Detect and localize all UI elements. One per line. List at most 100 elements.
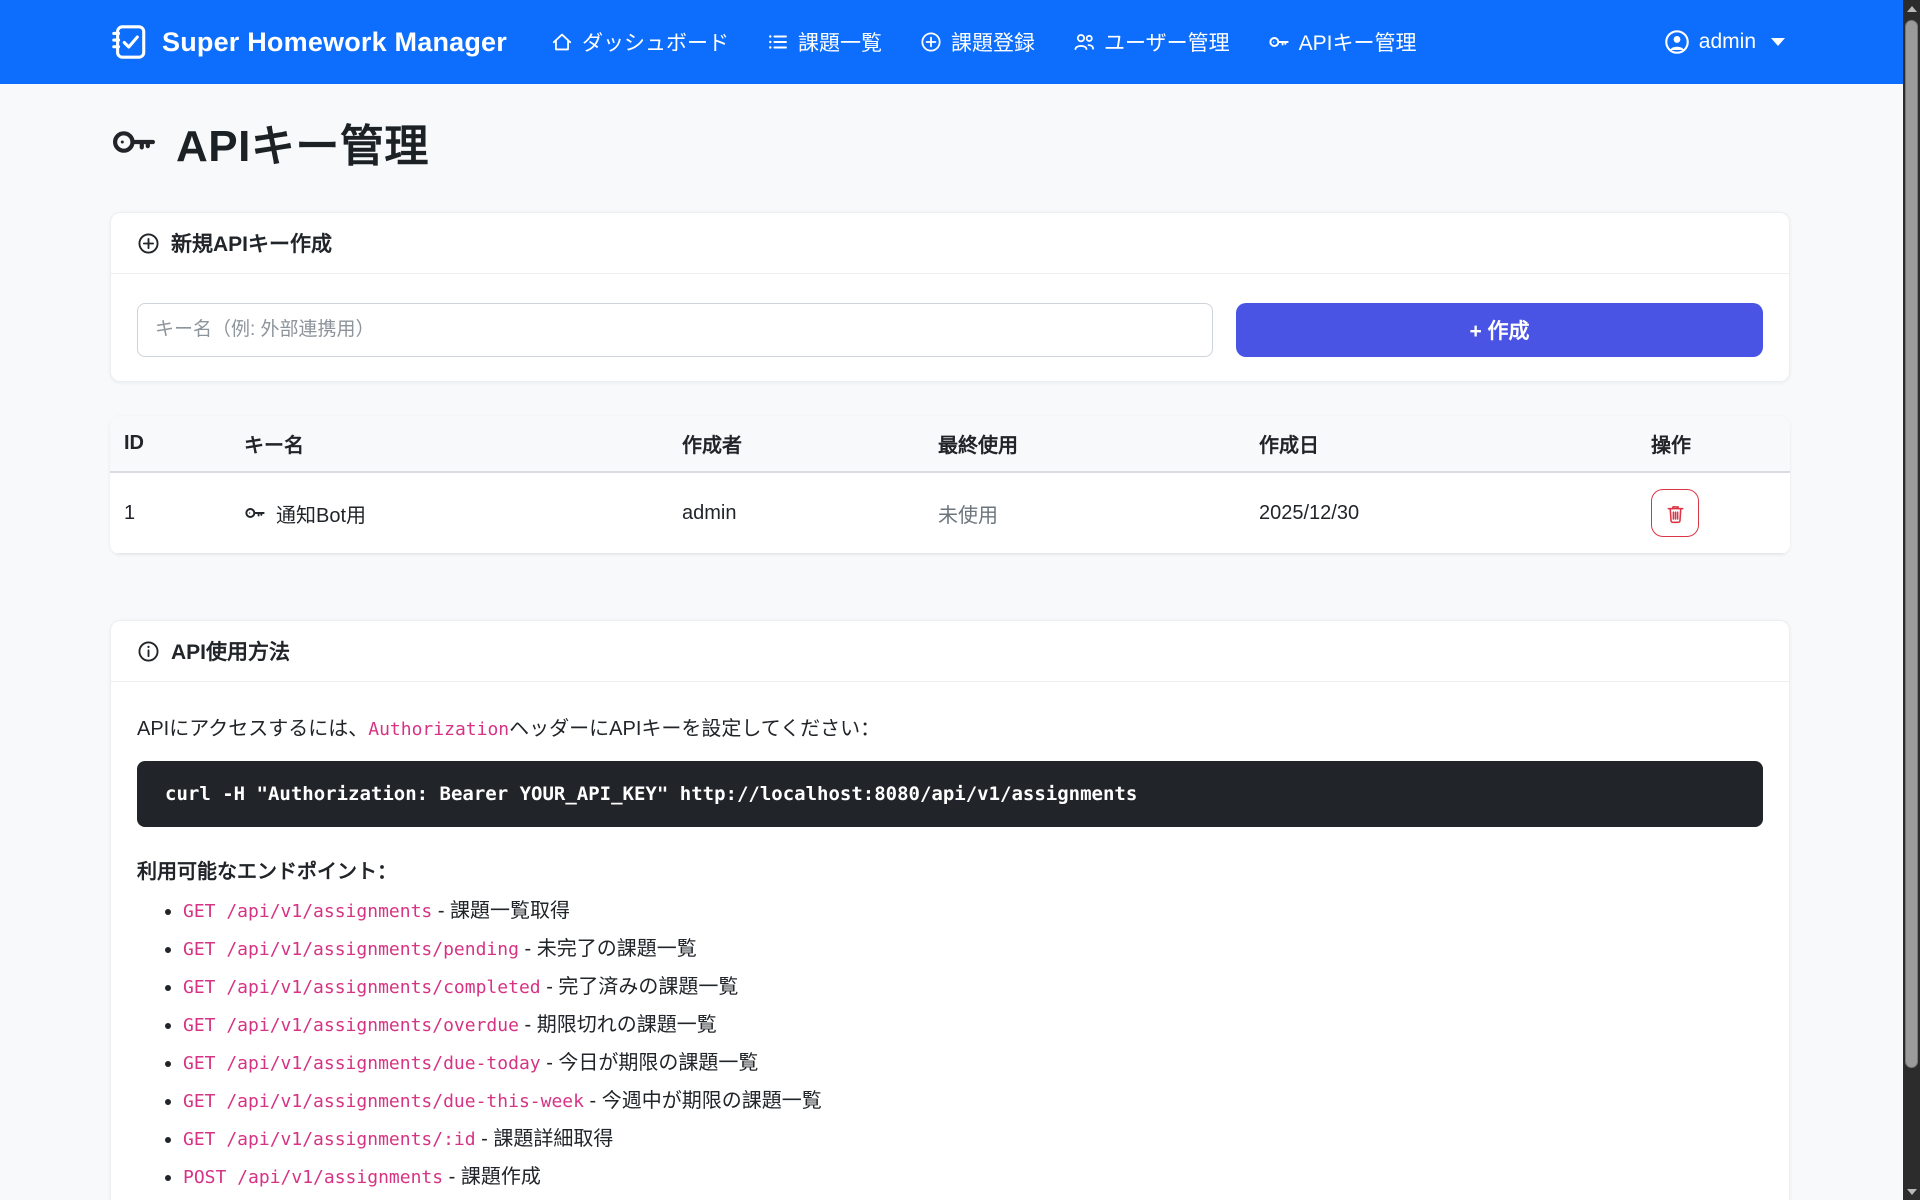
- nav-item-label: 課題一覧: [798, 27, 882, 57]
- endpoint-sep: -: [546, 1052, 553, 1074]
- nav-item-user-management[interactable]: ユーザー管理: [1073, 27, 1230, 57]
- col-header-created: 作成日: [1259, 416, 1651, 472]
- create-card-body: + 作成: [111, 274, 1789, 381]
- nav-item-label: ダッシュボード: [582, 27, 729, 57]
- endpoint-code: GET /api/v1/assignments: [183, 901, 432, 922]
- top-navbar: Super Homework Manager ダッシュボード 課題一覧 課題登録…: [0, 0, 1903, 84]
- cell-created: 2025/12/30: [1259, 472, 1651, 554]
- col-header-id: ID: [110, 416, 244, 472]
- col-header-actions: 操作: [1651, 416, 1790, 472]
- page-title-text: APIキー管理: [176, 110, 429, 174]
- cell-last-used: 未使用: [938, 472, 1259, 554]
- usage-card-header: API使用方法: [111, 621, 1789, 682]
- endpoint-sep-wrap: -: [541, 1052, 559, 1074]
- cell-actions: [1651, 472, 1790, 554]
- endpoint-desc: 今週中が期限の課題一覧: [602, 1090, 822, 1112]
- endpoint-code: GET /api/v1/assignments/completed: [183, 977, 541, 998]
- brand[interactable]: Super Homework Manager: [110, 23, 507, 61]
- plus-circle-icon: [920, 31, 942, 53]
- cell-id: 1: [110, 472, 244, 554]
- info-circle-icon: [137, 640, 160, 663]
- nav-item-assignment-create[interactable]: 課題登録: [920, 27, 1035, 57]
- api-usage-card: API使用方法 APIにアクセスするには、AuthorizationヘッダーにA…: [110, 620, 1790, 1200]
- endpoint-sep: -: [481, 1128, 488, 1150]
- endpoint-code: GET /api/v1/assignments/:id: [183, 1129, 476, 1150]
- nav-item-label: 課題登録: [951, 27, 1035, 57]
- endpoint-item: GET /api/v1/assignments/due-today - 今日が期…: [183, 1050, 1763, 1077]
- col-header-last-used: 最終使用: [938, 416, 1259, 472]
- usage-card-title: API使用方法: [171, 636, 290, 666]
- trash-icon: [1665, 503, 1686, 524]
- endpoint-item: GET /api/v1/assignments/:id - 課題詳細取得: [183, 1126, 1763, 1153]
- endpoint-item: GET /api/v1/assignments/completed - 完了済み…: [183, 974, 1763, 1001]
- table-row: 1 通知Bot用 admin 未使用 2025/12/30: [110, 472, 1790, 554]
- api-keys-table-card: ID キー名 作成者 最終使用 作成日 操作 1 通知: [110, 416, 1790, 554]
- key-name-input[interactable]: [137, 303, 1213, 357]
- app-window: Super Homework Manager ダッシュボード 課題一覧 課題登録…: [0, 0, 1903, 1200]
- key-icon: [1268, 31, 1290, 53]
- chevron-down-icon: [1771, 38, 1785, 46]
- key-icon: [244, 502, 266, 524]
- api-keys-table: ID キー名 作成者 最終使用 作成日 操作 1 通知: [110, 416, 1790, 554]
- endpoint-desc: 課題一覧取得: [450, 900, 570, 922]
- create-key-button[interactable]: + 作成: [1236, 303, 1763, 357]
- endpoint-code: GET /api/v1/assignments/overdue: [183, 1015, 519, 1036]
- vertical-scrollbar[interactable]: [1903, 0, 1920, 1200]
- list-icon: [767, 31, 789, 53]
- scrollbar-up-arrow-icon[interactable]: [1903, 0, 1920, 17]
- authorization-inline-code: Authorization: [368, 719, 509, 740]
- endpoint-desc: 課題詳細取得: [493, 1128, 613, 1150]
- users-icon: [1073, 31, 1095, 53]
- endpoint-desc: 今日が期限の課題一覧: [558, 1052, 758, 1074]
- scrollbar-down-arrow-icon[interactable]: [1903, 1183, 1920, 1200]
- endpoint-item: GET /api/v1/assignments - 課題一覧取得: [183, 898, 1763, 925]
- endpoint-item: GET /api/v1/assignments/pending - 未完了の課題…: [183, 936, 1763, 963]
- home-icon: [551, 31, 573, 53]
- nav-item-assignment-list[interactable]: 課題一覧: [767, 27, 882, 57]
- nav-links: ダッシュボード 課題一覧 課題登録 ユーザー管理 APIキー管理: [551, 27, 1416, 57]
- usage-intro-before: APIにアクセスするには、: [137, 718, 368, 740]
- endpoints-list: GET /api/v1/assignments - 課題一覧取得GET /api…: [137, 898, 1763, 1200]
- endpoint-sep: -: [546, 976, 553, 998]
- endpoints-heading: 利用可能なエンドポイント：: [137, 855, 1763, 884]
- create-api-key-card: 新規APIキー作成 + 作成: [110, 212, 1790, 382]
- col-header-key-name: キー名: [244, 416, 682, 472]
- page-title: APIキー管理: [110, 110, 1790, 174]
- usage-card-body: APIにアクセスするには、AuthorizationヘッダーにAPIキーを設定し…: [111, 682, 1789, 1200]
- user-name: admin: [1699, 30, 1756, 54]
- create-card-title: 新規APIキー作成: [171, 228, 332, 258]
- plus-circle-icon: [137, 232, 160, 255]
- cell-creator: admin: [682, 472, 938, 554]
- endpoint-item: GET /api/v1/assignments/due-this-week - …: [183, 1088, 1763, 1115]
- endpoint-desc: 完了済みの課題一覧: [558, 976, 738, 998]
- key-icon: [110, 118, 158, 166]
- endpoint-sep: -: [438, 900, 445, 922]
- endpoint-sep: -: [449, 1166, 456, 1188]
- nav-item-label: ユーザー管理: [1104, 27, 1230, 57]
- endpoint-sep-wrap: -: [541, 976, 559, 998]
- endpoint-sep-wrap: -: [476, 1128, 494, 1150]
- key-name-text: 通知Bot用: [276, 499, 366, 528]
- curl-command-block: curl -H "Authorization: Bearer YOUR_API_…: [137, 761, 1763, 827]
- endpoint-desc: 未完了の課題一覧: [537, 938, 697, 960]
- nav-item-dashboard[interactable]: ダッシュボード: [551, 27, 729, 57]
- endpoint-desc: 課題作成: [461, 1166, 541, 1188]
- endpoint-sep: -: [525, 938, 532, 960]
- nav-item-api-key-management[interactable]: APIキー管理: [1268, 27, 1417, 57]
- endpoint-item: POST /api/v1/assignments - 課題作成: [183, 1164, 1763, 1191]
- endpoint-sep-wrap: -: [584, 1090, 602, 1112]
- user-menu[interactable]: admin: [1664, 29, 1785, 55]
- cell-key-name: 通知Bot用: [244, 472, 682, 554]
- endpoint-sep: -: [590, 1090, 597, 1112]
- col-header-creator: 作成者: [682, 416, 938, 472]
- person-circle-icon: [1664, 29, 1690, 55]
- endpoint-code: GET /api/v1/assignments/due-today: [183, 1053, 541, 1074]
- endpoint-code: GET /api/v1/assignments/due-this-week: [183, 1091, 584, 1112]
- create-card-header: 新規APIキー作成: [111, 213, 1789, 274]
- nav-item-label: APIキー管理: [1299, 27, 1417, 57]
- brand-title: Super Homework Manager: [162, 27, 507, 58]
- endpoint-desc: 期限切れの課題一覧: [537, 1014, 717, 1036]
- delete-key-button[interactable]: [1651, 489, 1699, 537]
- scrollbar-thumb[interactable]: [1905, 20, 1918, 1068]
- endpoint-sep-wrap: -: [519, 1014, 537, 1036]
